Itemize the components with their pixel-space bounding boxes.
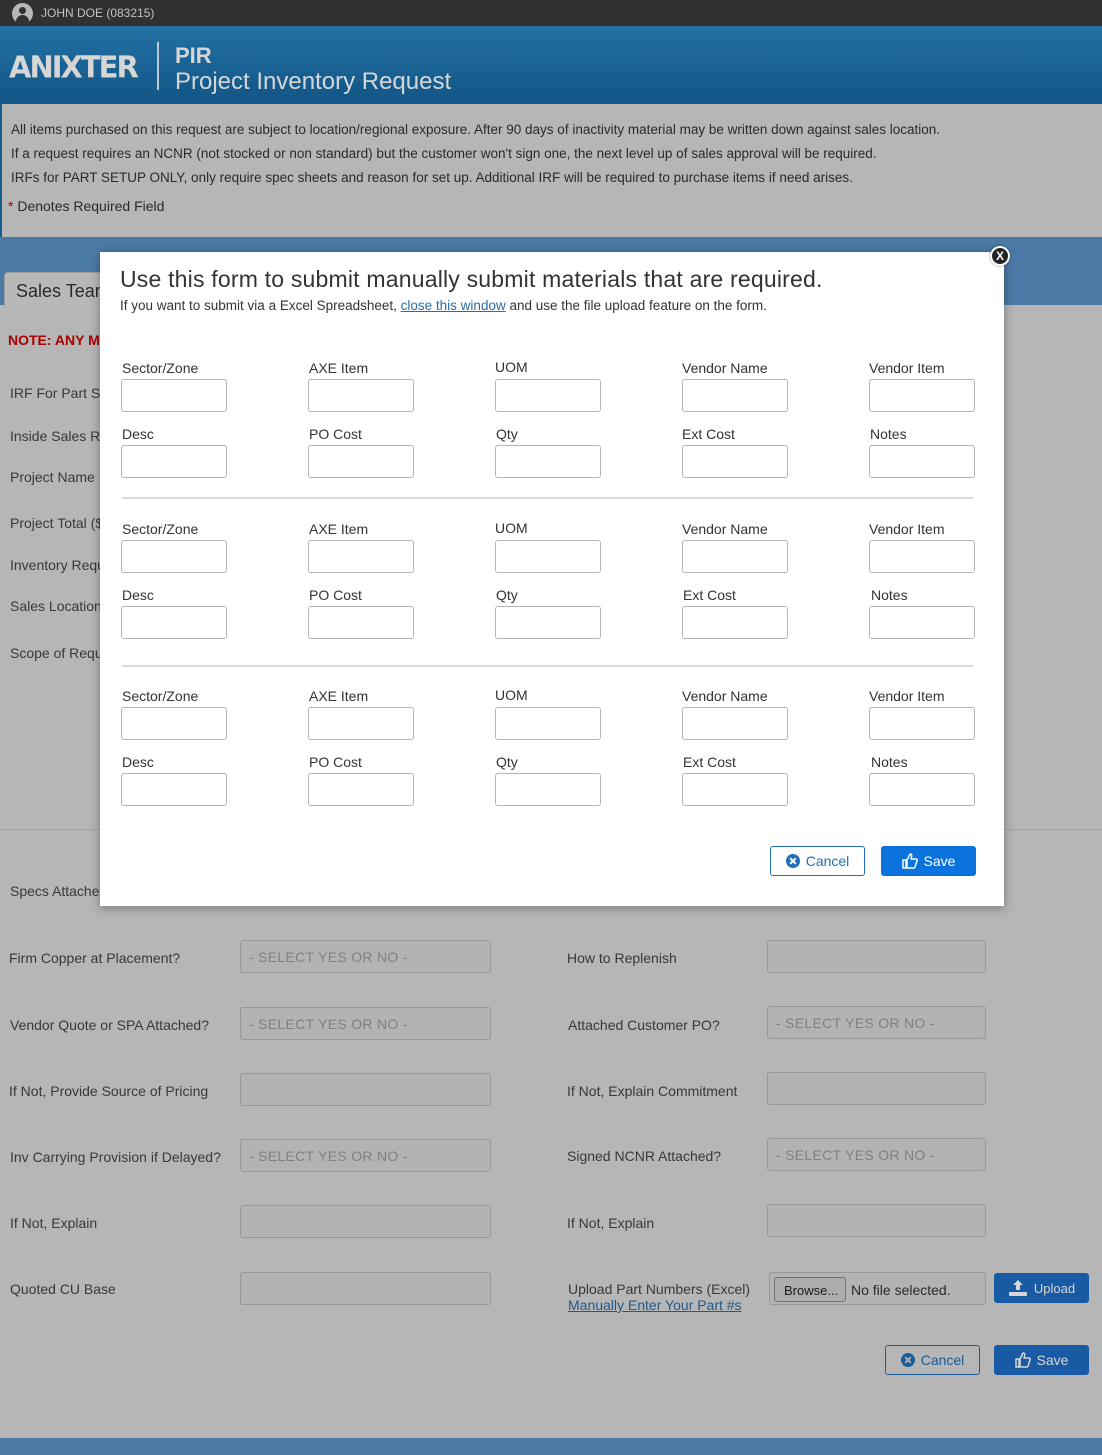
ext-cost-input[interactable] — [682, 606, 788, 639]
label-qty: Qty — [496, 587, 518, 603]
label-ext-cost: Ext Cost — [683, 587, 736, 603]
modal-subtitle: If you want to submit via a Excel Spread… — [120, 298, 767, 313]
label-vendor-name: Vendor Name — [682, 521, 768, 537]
notes-input[interactable] — [869, 773, 975, 806]
label-po-cost: PO Cost — [309, 426, 362, 442]
modal-title: Use this form to submit manually submit … — [120, 266, 823, 292]
vendor-name-input[interactable] — [682, 540, 788, 573]
label-sector-zone: Sector/Zone — [122, 688, 199, 704]
modal-cancel-label: Cancel — [805, 853, 850, 869]
vendor-item-input[interactable] — [869, 379, 975, 412]
label-notes: Notes — [871, 587, 908, 603]
label-vendor-item: Vendor Item — [869, 360, 945, 376]
sector-zone-input[interactable] — [121, 540, 227, 573]
label-po-cost: PO Cost — [309, 754, 362, 770]
label-notes: Notes — [871, 754, 908, 770]
label-qty: Qty — [496, 754, 518, 770]
label-axe-item: AXE Item — [309, 521, 369, 537]
ext-cost-input[interactable] — [682, 773, 788, 806]
desc-input[interactable] — [121, 606, 227, 639]
material-group-2: Sector/Zone AXE Item UOM Vendor Name Ven… — [100, 520, 1004, 661]
modal-close-button[interactable]: X — [990, 246, 1010, 266]
vendor-item-input[interactable] — [869, 540, 975, 573]
qty-input[interactable] — [495, 773, 601, 806]
sector-zone-input[interactable] — [121, 707, 227, 740]
label-axe-item: AXE Item — [309, 688, 369, 704]
qty-input[interactable] — [495, 606, 601, 639]
desc-input[interactable] — [121, 773, 227, 806]
po-cost-input[interactable] — [308, 445, 414, 478]
axe-item-input[interactable] — [308, 707, 414, 740]
close-window-link[interactable]: close this window — [401, 298, 506, 313]
label-vendor-item: Vendor Item — [869, 521, 945, 537]
group-divider — [122, 665, 973, 667]
notes-input[interactable] — [869, 606, 975, 639]
label-vendor-name: Vendor Name — [682, 688, 768, 704]
label-desc: Desc — [122, 587, 154, 603]
label-uom: UOM — [495, 687, 528, 703]
axe-item-input[interactable] — [308, 540, 414, 573]
uom-input[interactable] — [495, 707, 601, 740]
label-desc: Desc — [122, 426, 154, 442]
label-uom: UOM — [495, 520, 528, 536]
manual-entry-modal: Use this form to submit manually submit … — [100, 252, 1004, 906]
label-sector-zone: Sector/Zone — [122, 360, 199, 376]
uom-input[interactable] — [495, 540, 601, 573]
axe-item-input[interactable] — [308, 379, 414, 412]
label-ext-cost: Ext Cost — [682, 426, 735, 442]
label-vendor-item: Vendor Item — [869, 688, 945, 704]
notes-input[interactable] — [869, 445, 975, 478]
vendor-item-input[interactable] — [869, 707, 975, 740]
cancel-icon — [785, 854, 800, 868]
sector-zone-input[interactable] — [121, 379, 227, 412]
label-vendor-name: Vendor Name — [682, 360, 768, 376]
material-group-1: Sector/Zone AXE Item UOM Vendor Name Ven… — [100, 359, 1004, 500]
label-axe-item: AXE Item — [309, 360, 369, 376]
po-cost-input[interactable] — [308, 773, 414, 806]
modal-sub-before: If you want to submit via a Excel Spread… — [120, 298, 401, 313]
modal-sub-after: and use the file upload feature on the f… — [505, 298, 767, 313]
material-group-3: Sector/Zone AXE Item UOM Vendor Name Ven… — [100, 687, 1004, 828]
thumbs-up-icon — [901, 853, 918, 869]
po-cost-input[interactable] — [308, 606, 414, 639]
desc-input[interactable] — [121, 445, 227, 478]
label-uom: UOM — [495, 359, 528, 375]
vendor-name-input[interactable] — [682, 707, 788, 740]
modal-save-button[interactable]: Save — [881, 846, 976, 876]
label-po-cost: PO Cost — [309, 587, 362, 603]
label-qty: Qty — [496, 426, 518, 442]
vendor-name-input[interactable] — [682, 379, 788, 412]
label-notes: Notes — [870, 426, 907, 442]
modal-cancel-button[interactable]: Cancel — [770, 846, 865, 876]
label-sector-zone: Sector/Zone — [122, 521, 199, 537]
label-desc: Desc — [122, 754, 154, 770]
group-divider — [122, 497, 973, 499]
qty-input[interactable] — [495, 445, 601, 478]
label-ext-cost: Ext Cost — [683, 754, 736, 770]
uom-input[interactable] — [495, 379, 601, 412]
ext-cost-input[interactable] — [682, 445, 788, 478]
modal-save-label: Save — [923, 853, 956, 869]
